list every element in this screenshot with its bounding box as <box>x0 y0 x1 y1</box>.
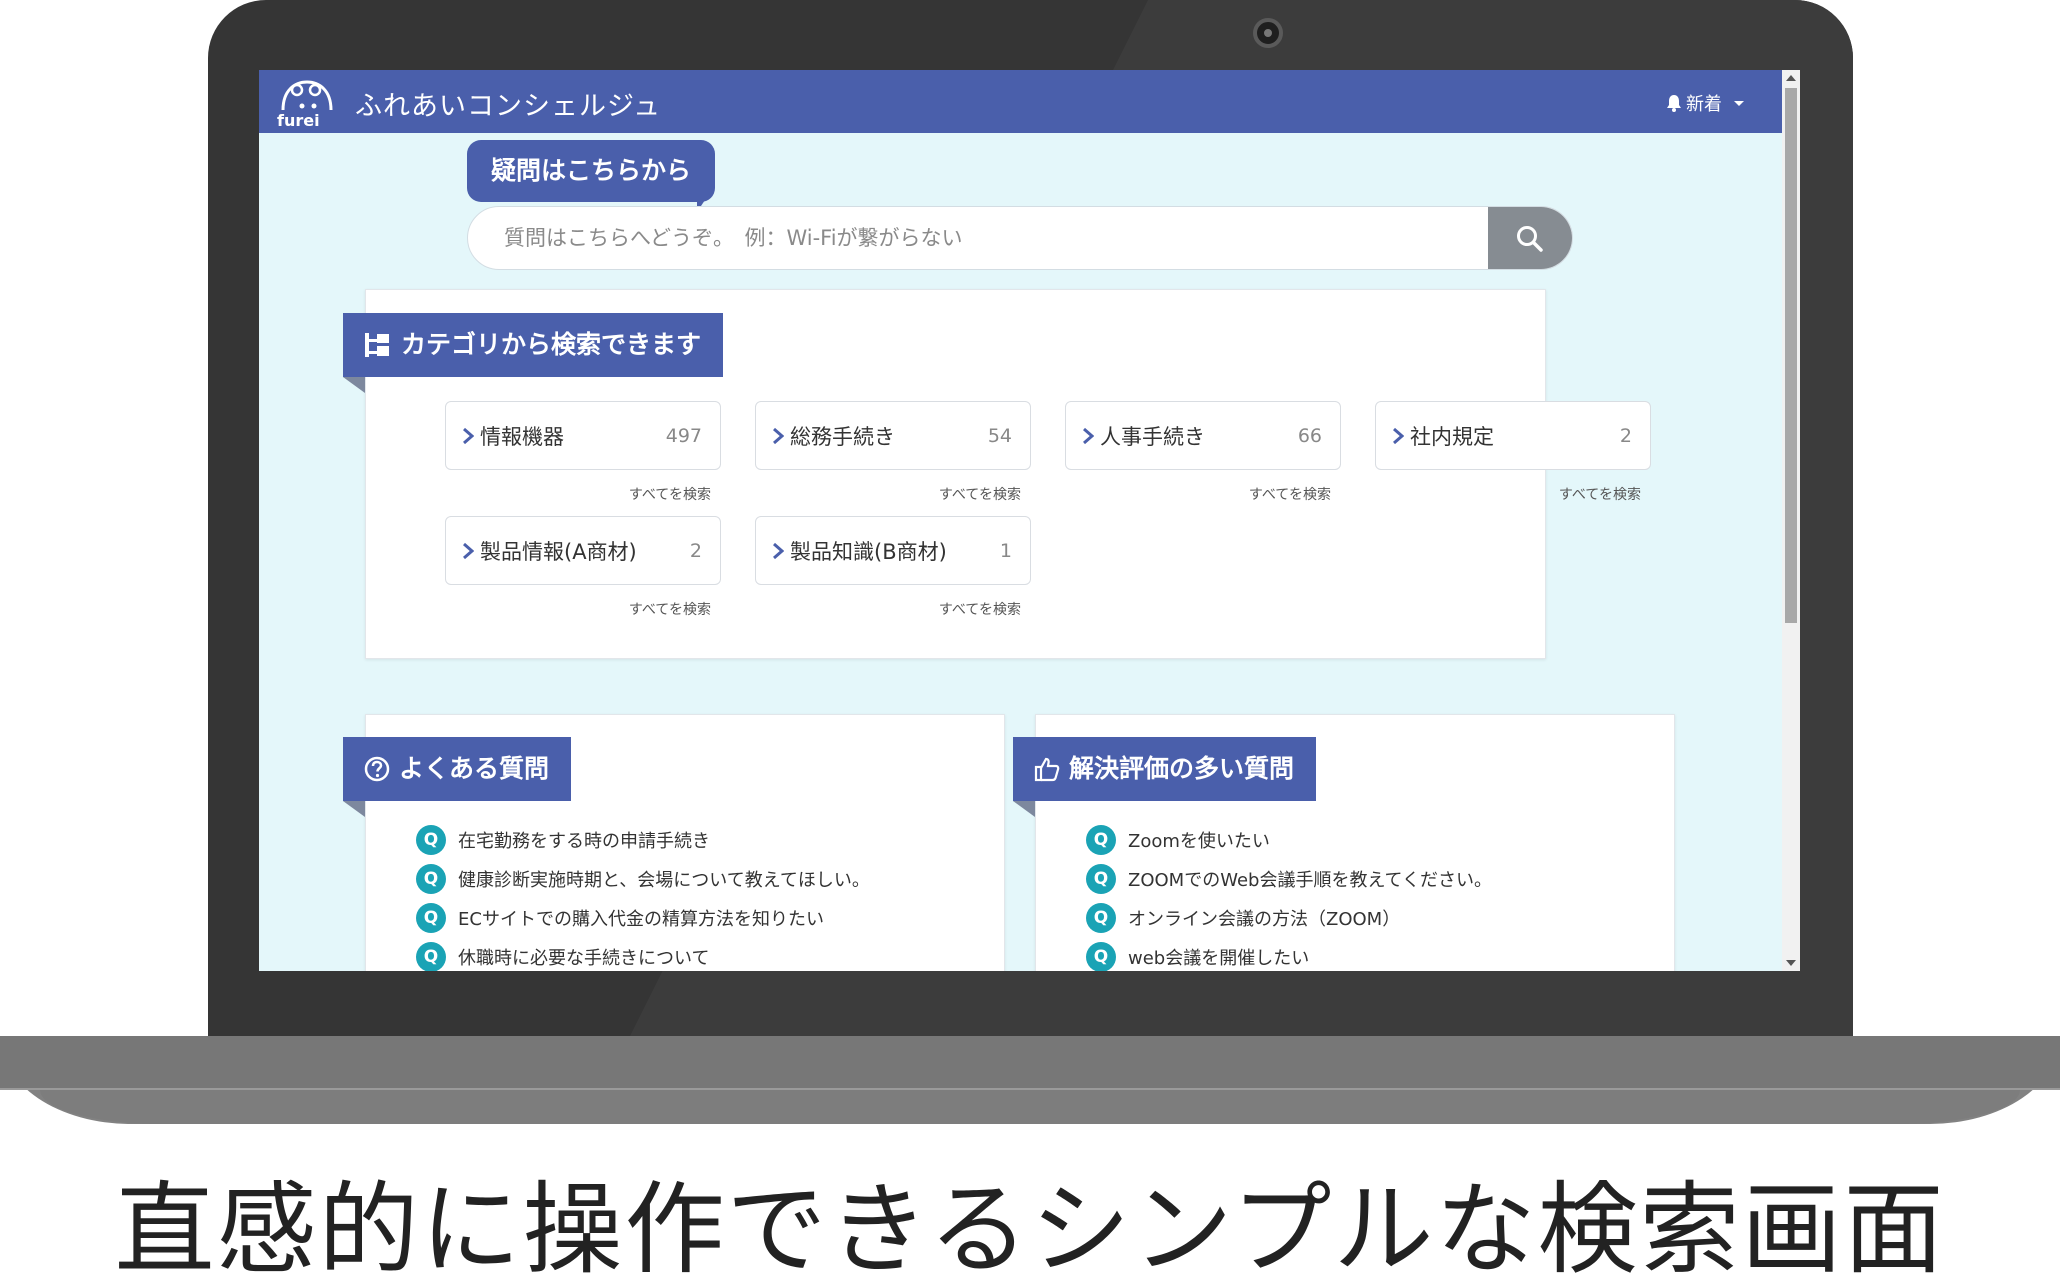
news-dropdown[interactable]: 新着 <box>1666 90 1746 116</box>
search-input[interactable] <box>468 207 1488 269</box>
chevron-right-icon <box>1392 427 1404 445</box>
category-search-all-link[interactable]: すべてを検索 <box>1441 484 1641 504</box>
faq-item-text: 健康診断実施時期と、会場について教えてほしい。 <box>458 869 870 891</box>
laptop-base-top <box>0 1036 2060 1088</box>
chevron-right-icon <box>772 427 784 445</box>
q-badge-icon: Q <box>1086 941 1116 971</box>
top-rated-ribbon-fold <box>1013 801 1035 817</box>
category-heading-text: カテゴリから検索できます <box>401 330 702 359</box>
category-count: 66 <box>1297 424 1322 447</box>
category-count: 54 <box>987 424 1012 447</box>
category-search-all-link[interactable]: すべてを検索 <box>1131 484 1331 504</box>
category-label: 情報機器 <box>480 424 564 449</box>
furei-logo-icon: furei <box>277 80 333 128</box>
thumbs-up-icon <box>1034 757 1060 782</box>
category-label: 製品知識(B商材) <box>790 539 947 564</box>
category-heading: カテゴリから検索できます <box>343 313 724 377</box>
category-card-company-rules[interactable]: 社内規定 2 <box>1375 401 1651 470</box>
top-rated-item-text: Zoomを使いたい <box>1128 830 1270 852</box>
category-card-product-knowledge-b[interactable]: 製品知識(B商材) 1 <box>755 516 1031 585</box>
top-rated-item-text: ZOOMでのWeb会議手順を教えてください。 <box>1128 869 1492 891</box>
faq-item[interactable]: Q ECサイトでの購入代金の精算方法を知りたい <box>416 898 870 937</box>
search-icon <box>1517 226 1543 252</box>
category-search-all-link[interactable]: すべてを検索 <box>511 484 711 504</box>
question-circle-icon <box>364 756 390 782</box>
top-rated-item[interactable]: Qweb会議を開催したい <box>1086 937 1492 971</box>
category-label: 人事手続き <box>1100 424 1205 449</box>
category-count: 497 <box>665 424 702 447</box>
scroll-thumb[interactable] <box>1785 88 1797 623</box>
category-tree-icon <box>365 333 389 357</box>
search-box <box>467 206 1573 270</box>
faq-item[interactable]: Q 在宅勤務をする時の申請手続き <box>416 820 870 859</box>
chevron-right-icon <box>772 542 784 560</box>
caret-down-icon <box>1734 101 1744 106</box>
scroll-up-arrow-icon[interactable] <box>1786 75 1796 81</box>
q-badge-icon: Q <box>416 902 446 933</box>
webcam <box>1253 18 1283 48</box>
chevron-right-icon <box>462 542 474 560</box>
top-rated-item-text: web会議を開催したい <box>1128 947 1310 969</box>
category-label: 社内規定 <box>1410 424 1494 449</box>
faq-item-text: 在宅勤務をする時の申請手続き <box>458 830 710 852</box>
category-label: 製品情報(A商材) <box>480 539 637 564</box>
faq-item[interactable]: Q 健康診断実施時期と、会場について教えてほしい。 <box>416 859 870 898</box>
category-count: 2 <box>1619 424 1632 447</box>
q-badge-icon: Q <box>416 863 446 894</box>
faq-heading-text: よくある質問 <box>399 754 550 783</box>
logo-text: furei <box>277 111 320 128</box>
top-navbar: furei ふれあいコンシェルジュ 新着 <box>259 70 1782 133</box>
category-card-info-devices[interactable]: 情報機器 497 <box>445 401 721 470</box>
q-badge-icon: Q <box>1086 824 1116 855</box>
q-badge-icon: Q <box>416 824 446 855</box>
scroll-down-arrow-icon[interactable] <box>1786 960 1796 966</box>
scrollbar[interactable] <box>1782 70 1800 971</box>
top-rated-item[interactable]: Q ZOOMでのWeb会議手順を教えてください。 <box>1086 859 1492 898</box>
bell-icon <box>1667 95 1681 112</box>
category-label: 総務手続き <box>790 424 895 449</box>
faq-item[interactable]: Q 休職時に必要な手続きについて <box>416 937 870 971</box>
top-rated-heading-text: 解決評価の多い質問 <box>1069 754 1295 783</box>
top-rated-item[interactable]: Q Zoomを使いたい <box>1086 820 1492 859</box>
caption: 直感的に操作できるシンプルな検索画面 <box>114 1171 1946 1288</box>
browser-screen: furei ふれあいコンシェルジュ 新着 疑問はこちらから 質問はこちらへどうぞ… <box>259 70 1800 971</box>
top-rated-heading: 解決評価の多い質問 <box>1013 737 1317 801</box>
faq-list: Q 在宅勤務をする時の申請手続き Q 健康診断実施時期と、会場について教えてほしい。… <box>416 820 870 971</box>
category-card-hr-procedures[interactable]: 人事手続き 66 <box>1065 401 1341 470</box>
search-button[interactable] <box>1488 207 1572 269</box>
top-rated-item-text: オンライン会議の方法（ZOOM） <box>1128 908 1401 930</box>
chevron-right-icon <box>462 427 474 445</box>
category-search-all-link[interactable]: すべてを検索 <box>511 599 711 619</box>
category-ribbon-fold <box>343 377 365 393</box>
faq-heading: よくある質問 <box>343 737 572 801</box>
faq-item-text: 休職時に必要な手続きについて <box>458 947 710 969</box>
category-search-all-link[interactable]: すべてを検索 <box>821 599 1021 619</box>
faq-item-text: ECサイトでの購入代金の精算方法を知りたい <box>458 908 824 930</box>
q-badge-icon: Q <box>1086 863 1116 894</box>
category-card-general-affairs[interactable]: 総務手続き 54 <box>755 401 1031 470</box>
top-rated-item[interactable]: Q オンライン会議の方法（ZOOM） <box>1086 898 1492 937</box>
q-badge-icon: Q <box>416 941 446 971</box>
category-search-all-link[interactable]: すべてを検索 <box>821 484 1021 504</box>
q-badge-icon: Q <box>1086 902 1116 933</box>
search-bubble-label: 疑問はこちらから <box>467 140 716 202</box>
news-label: 新着 <box>1686 94 1722 115</box>
laptop-base-lower <box>40 1090 2020 1124</box>
faq-ribbon-fold <box>343 801 365 817</box>
top-rated-list: Q Zoomを使いたい Q ZOOMでのWeb会議手順を教えてください。 Q オンライ… <box>1086 820 1492 971</box>
category-count: 2 <box>689 539 702 562</box>
chevron-right-icon <box>1082 427 1094 445</box>
category-card-product-info-a[interactable]: 製品情報(A商材) 2 <box>445 516 721 585</box>
app-title: ふれあいコンシェルジュ <box>355 91 662 122</box>
category-count: 1 <box>999 539 1012 562</box>
